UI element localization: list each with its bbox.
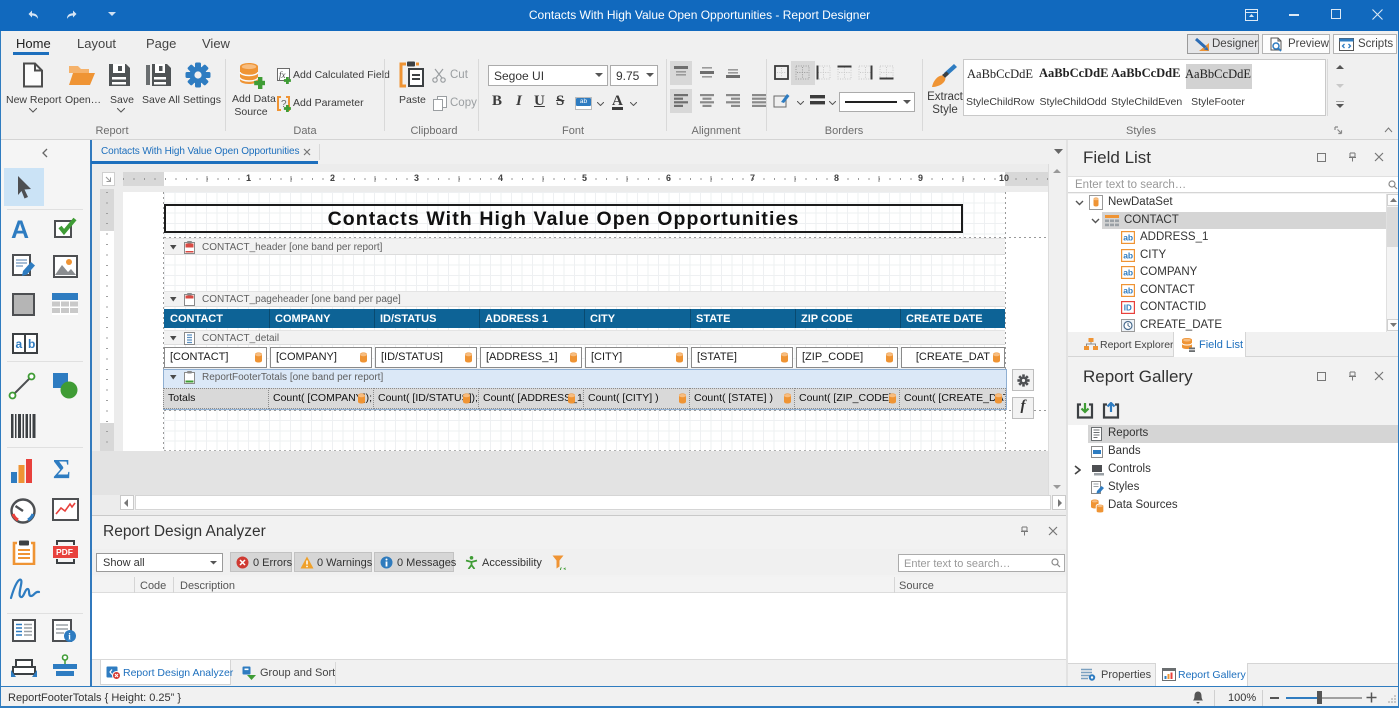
svg-text:fx: fx [279,70,286,80]
svg-text:ab: ab [1123,233,1133,243]
svg-text:b: b [28,337,35,351]
svg-text:ab: ab [1123,268,1133,278]
svg-text:ID: ID [1124,304,1132,313]
svg-text:PDF: PDF [56,547,73,557]
svg-text:ab: ab [1123,250,1133,260]
svg-text:ab: ab [1123,285,1133,295]
svg-text:a: a [16,337,23,351]
